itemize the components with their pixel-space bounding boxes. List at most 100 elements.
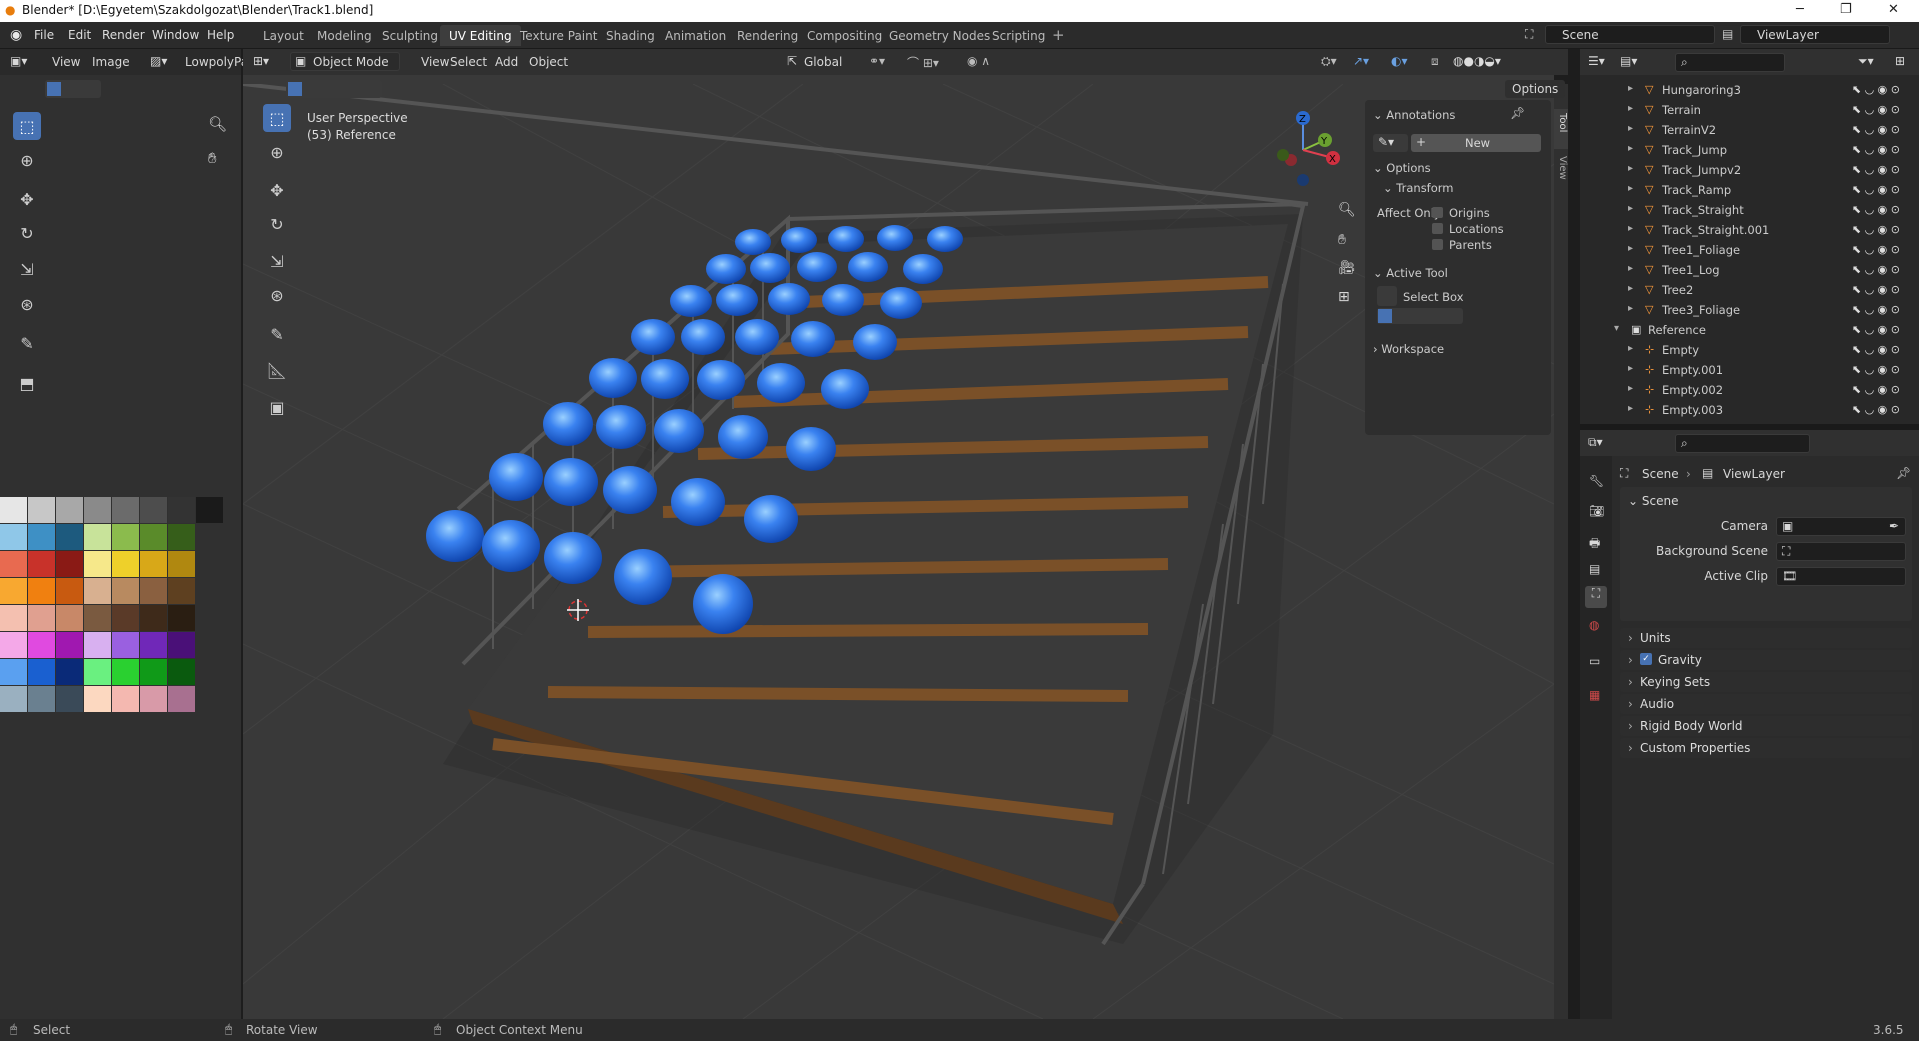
- tool-cursor[interactable]: ⊕: [13, 146, 41, 174]
- outliner-item-track-jump[interactable]: ▸ ▽ Track_Jump ⬉ ◡ ◉ ⊙: [1590, 140, 1910, 160]
- workspace-header[interactable]: › Workspace: [1373, 342, 1444, 356]
- visibility-icons[interactable]: ⬉ ◡ ◉ ⊙: [1852, 143, 1900, 156]
- vp-menu-add[interactable]: Add: [495, 55, 518, 69]
- tool-rip[interactable]: ⬒: [13, 369, 41, 397]
- view-layer-tab-icon[interactable]: ▤: [1589, 562, 1600, 576]
- filter-icon[interactable]: ⏷▾: [1858, 54, 1874, 69]
- panel-audio[interactable]: › Audio: [1620, 694, 1912, 714]
- panel-gravity[interactable]: › ✓ Gravity: [1620, 650, 1912, 670]
- pan-hand-icon[interactable]: ✋︎: [1338, 232, 1346, 248]
- outliner-item-tree2[interactable]: ▸ ▽ Tree2 ⬉ ◡ ◉ ⊙: [1590, 280, 1910, 300]
- outliner-item-tree3-foliage[interactable]: ▸ ▽ Tree3_Foliage ⬉ ◡ ◉ ⊙: [1590, 300, 1910, 320]
- uv-menu-view[interactable]: View: [52, 55, 80, 69]
- expand-icon[interactable]: ▸: [1628, 403, 1633, 414]
- new-collection-icon[interactable]: ⊞: [1895, 54, 1905, 68]
- panel-rigid-body-world[interactable]: › Rigid Body World: [1620, 716, 1912, 736]
- visibility-icons[interactable]: ⬉ ◡ ◉ ⊙: [1852, 223, 1900, 236]
- expand-icon[interactable]: ▸: [1628, 163, 1633, 174]
- zoom-icon[interactable]: 🔍︎: [208, 115, 227, 133]
- expand-icon[interactable]: ▸: [1628, 363, 1633, 374]
- scene-icon[interactable]: ⛶: [1525, 27, 1533, 42]
- scene-tab-icon[interactable]: ⛶: [1585, 586, 1607, 608]
- pivot-icon[interactable]: ⚭▾: [869, 54, 885, 68]
- outliner-item-tree1-foliage[interactable]: ▸ ▽ Tree1_Foliage ⬉ ◡ ◉ ⊙: [1590, 240, 1910, 260]
- panel-keying-sets[interactable]: › Keying Sets: [1620, 672, 1912, 692]
- vp-tool-select-box[interactable]: ⬚: [263, 104, 291, 132]
- tab-scripting[interactable]: Scripting: [983, 25, 1054, 46]
- shading-modes-icon[interactable]: ◍●◑◒▾: [1453, 54, 1501, 68]
- vp-tool-rotate[interactable]: ↻: [263, 210, 291, 238]
- render-tab-icon[interactable]: 📷︎: [1589, 504, 1604, 518]
- mode-selector[interactable]: ▣ Object Mode: [290, 52, 400, 71]
- expand-icon[interactable]: ▸: [1628, 283, 1633, 294]
- visibility-icons[interactable]: ⬉ ◡ ◉ ⊙: [1852, 123, 1900, 136]
- outliner-item-track-straight-001[interactable]: ▸ ▽ Track_Straight.001 ⬉ ◡ ◉ ⊙: [1590, 220, 1910, 240]
- viewport-3d[interactable]: User Perspective (53) Reference ⬚ ⊕ ✥ ↻ …: [243, 84, 1554, 1019]
- visibility-icons[interactable]: ⬉ ◡ ◉ ⊙: [1852, 363, 1900, 376]
- image-browse-icon[interactable]: ▨▾: [150, 54, 167, 68]
- outliner-item-empty[interactable]: ▸ ⊹ Empty ⬉ ◡ ◉ ⊙: [1590, 340, 1910, 360]
- expand-icon[interactable]: ▸: [1628, 203, 1633, 214]
- snap-icon[interactable]: ⌒ ⊞▾: [907, 54, 939, 71]
- tab-shading[interactable]: Shading: [597, 25, 664, 46]
- expand-icon[interactable]: ▸: [1628, 263, 1633, 274]
- expand-icon[interactable]: ▸: [1628, 243, 1633, 254]
- visibility-icon[interactable]: ⛭▾: [1321, 54, 1337, 69]
- pin-icon[interactable]: 📌︎: [1896, 466, 1911, 480]
- tool-scale[interactable]: ⇲: [13, 255, 41, 283]
- editor-type-icon[interactable]: ▣▾: [10, 54, 27, 68]
- tab-tool[interactable]: Tool: [1554, 109, 1568, 149]
- transform-orientation-icon[interactable]: ⇱: [787, 54, 797, 68]
- outliner-search-input[interactable]: ⌕: [1675, 53, 1785, 72]
- outliner-item-empty-002[interactable]: ▸ ⊹ Empty.002 ⬉ ◡ ◉ ⊙: [1590, 380, 1910, 400]
- expand-icon[interactable]: ▾: [1614, 323, 1619, 334]
- collection-tab-icon[interactable]: ▭: [1589, 654, 1600, 668]
- tab-texture-paint[interactable]: Texture Paint: [511, 25, 606, 46]
- visibility-icons[interactable]: ⬉ ◡ ◉ ⊙: [1852, 343, 1900, 356]
- ortho-grid-icon[interactable]: ⊞: [1338, 289, 1350, 305]
- minimize-icon[interactable]: ─: [1796, 2, 1804, 17]
- xray-icon[interactable]: ⧈: [1431, 54, 1439, 69]
- orientation-selector[interactable]: Global: [804, 55, 842, 69]
- locations-checkbox[interactable]: [1432, 223, 1443, 234]
- visibility-icons[interactable]: ⬉ ◡ ◉ ⊙: [1852, 403, 1900, 416]
- outliner-item-tree1-log[interactable]: ▸ ▽ Tree1_Log ⬉ ◡ ◉ ⊙: [1590, 260, 1910, 280]
- visibility-icons[interactable]: ⬉ ◡ ◉ ⊙: [1852, 163, 1900, 176]
- tool-move[interactable]: ✥: [13, 185, 41, 213]
- tool-select-box[interactable]: ⬚: [13, 112, 41, 140]
- tab-rendering[interactable]: Rendering: [728, 25, 807, 46]
- annotation-type-selector[interactable]: ✎▾: [1373, 134, 1408, 152]
- visibility-icons[interactable]: ⬉ ◡ ◉ ⊙: [1852, 283, 1900, 296]
- vp-tool-annotate[interactable]: ✎: [263, 320, 291, 348]
- expand-icon[interactable]: ▸: [1628, 183, 1633, 194]
- tab-modeling[interactable]: Modeling: [308, 25, 381, 46]
- visibility-icons[interactable]: ⬉ ◡ ◉ ⊙: [1852, 203, 1900, 216]
- origins-checkbox[interactable]: [1432, 207, 1443, 218]
- options-header[interactable]: ⌄ Options: [1373, 161, 1431, 175]
- expand-icon[interactable]: ▸: [1628, 143, 1633, 154]
- outliner-item-hungaroring3[interactable]: ▸ ▽ Hungaroring3 ⬉ ◡ ◉ ⊙: [1590, 80, 1910, 100]
- expand-icon[interactable]: ▸: [1628, 83, 1633, 94]
- output-tab-icon[interactable]: 🖶︎: [1589, 534, 1600, 555]
- blender-menu-icon[interactable]: ◉: [10, 27, 22, 43]
- tool-tab-icon[interactable]: 🔧︎: [1589, 474, 1604, 488]
- visibility-icons[interactable]: ⬉ ◡ ◉ ⊙: [1852, 383, 1900, 396]
- vp-menu-view[interactable]: View: [421, 55, 449, 69]
- zoom-icon[interactable]: 🔍︎: [1338, 202, 1356, 218]
- viewport-scene[interactable]: [243, 84, 1554, 1019]
- gravity-checkbox[interactable]: ✓: [1640, 653, 1652, 665]
- visibility-icons[interactable]: ⬉ ◡ ◉ ⊙: [1852, 263, 1900, 276]
- editor-type-icon[interactable]: ⊞▾: [253, 54, 269, 68]
- vp-tool-cursor[interactable]: ⊕: [263, 138, 291, 166]
- vp-menu-select[interactable]: Select: [450, 55, 487, 69]
- expand-icon[interactable]: ▸: [1628, 103, 1633, 114]
- scene-selector[interactable]: Scene: [1545, 25, 1715, 44]
- outliner-item-reference[interactable]: ▾ ▣ Reference ⬉ ◡ ◉ ⊙: [1590, 320, 1910, 340]
- expand-icon[interactable]: ▸: [1628, 343, 1633, 354]
- color-palette[interactable]: [0, 497, 235, 753]
- camera-view-icon[interactable]: 🎥︎: [1338, 260, 1356, 276]
- camera-field[interactable]: ▣ ✒: [1776, 517, 1906, 536]
- menu-edit[interactable]: Edit: [68, 28, 91, 42]
- vp-tool-add-cube[interactable]: ▣: [263, 393, 291, 421]
- selection-mode-buttons[interactable]: [45, 80, 101, 98]
